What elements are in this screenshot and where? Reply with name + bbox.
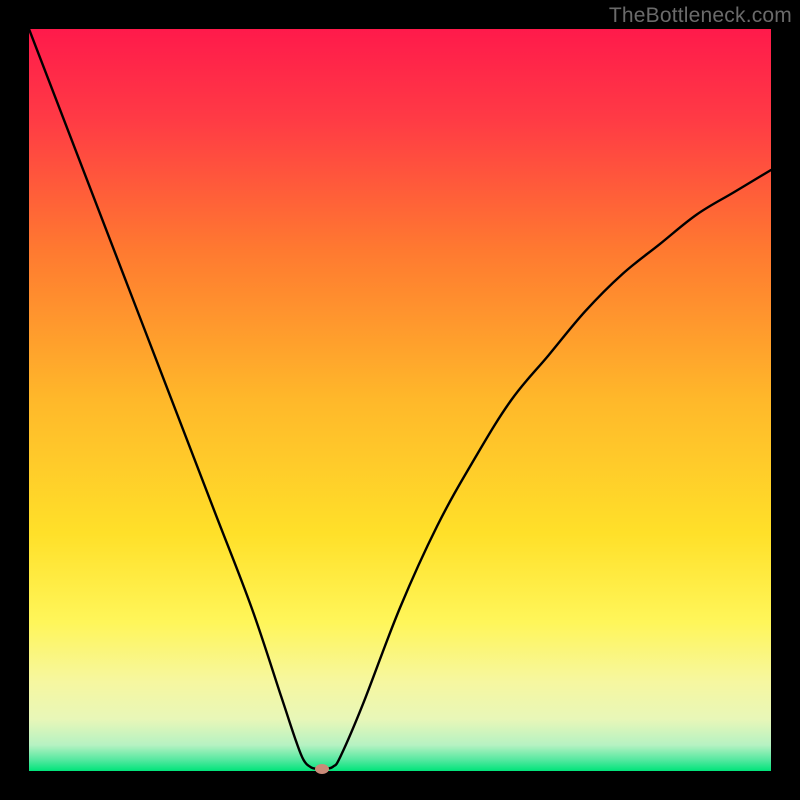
plot-frame [29,29,771,771]
optimum-marker-dot [315,764,329,774]
gradient-background [29,29,771,771]
chart-svg [29,29,771,771]
watermark-text: TheBottleneck.com [609,4,792,28]
